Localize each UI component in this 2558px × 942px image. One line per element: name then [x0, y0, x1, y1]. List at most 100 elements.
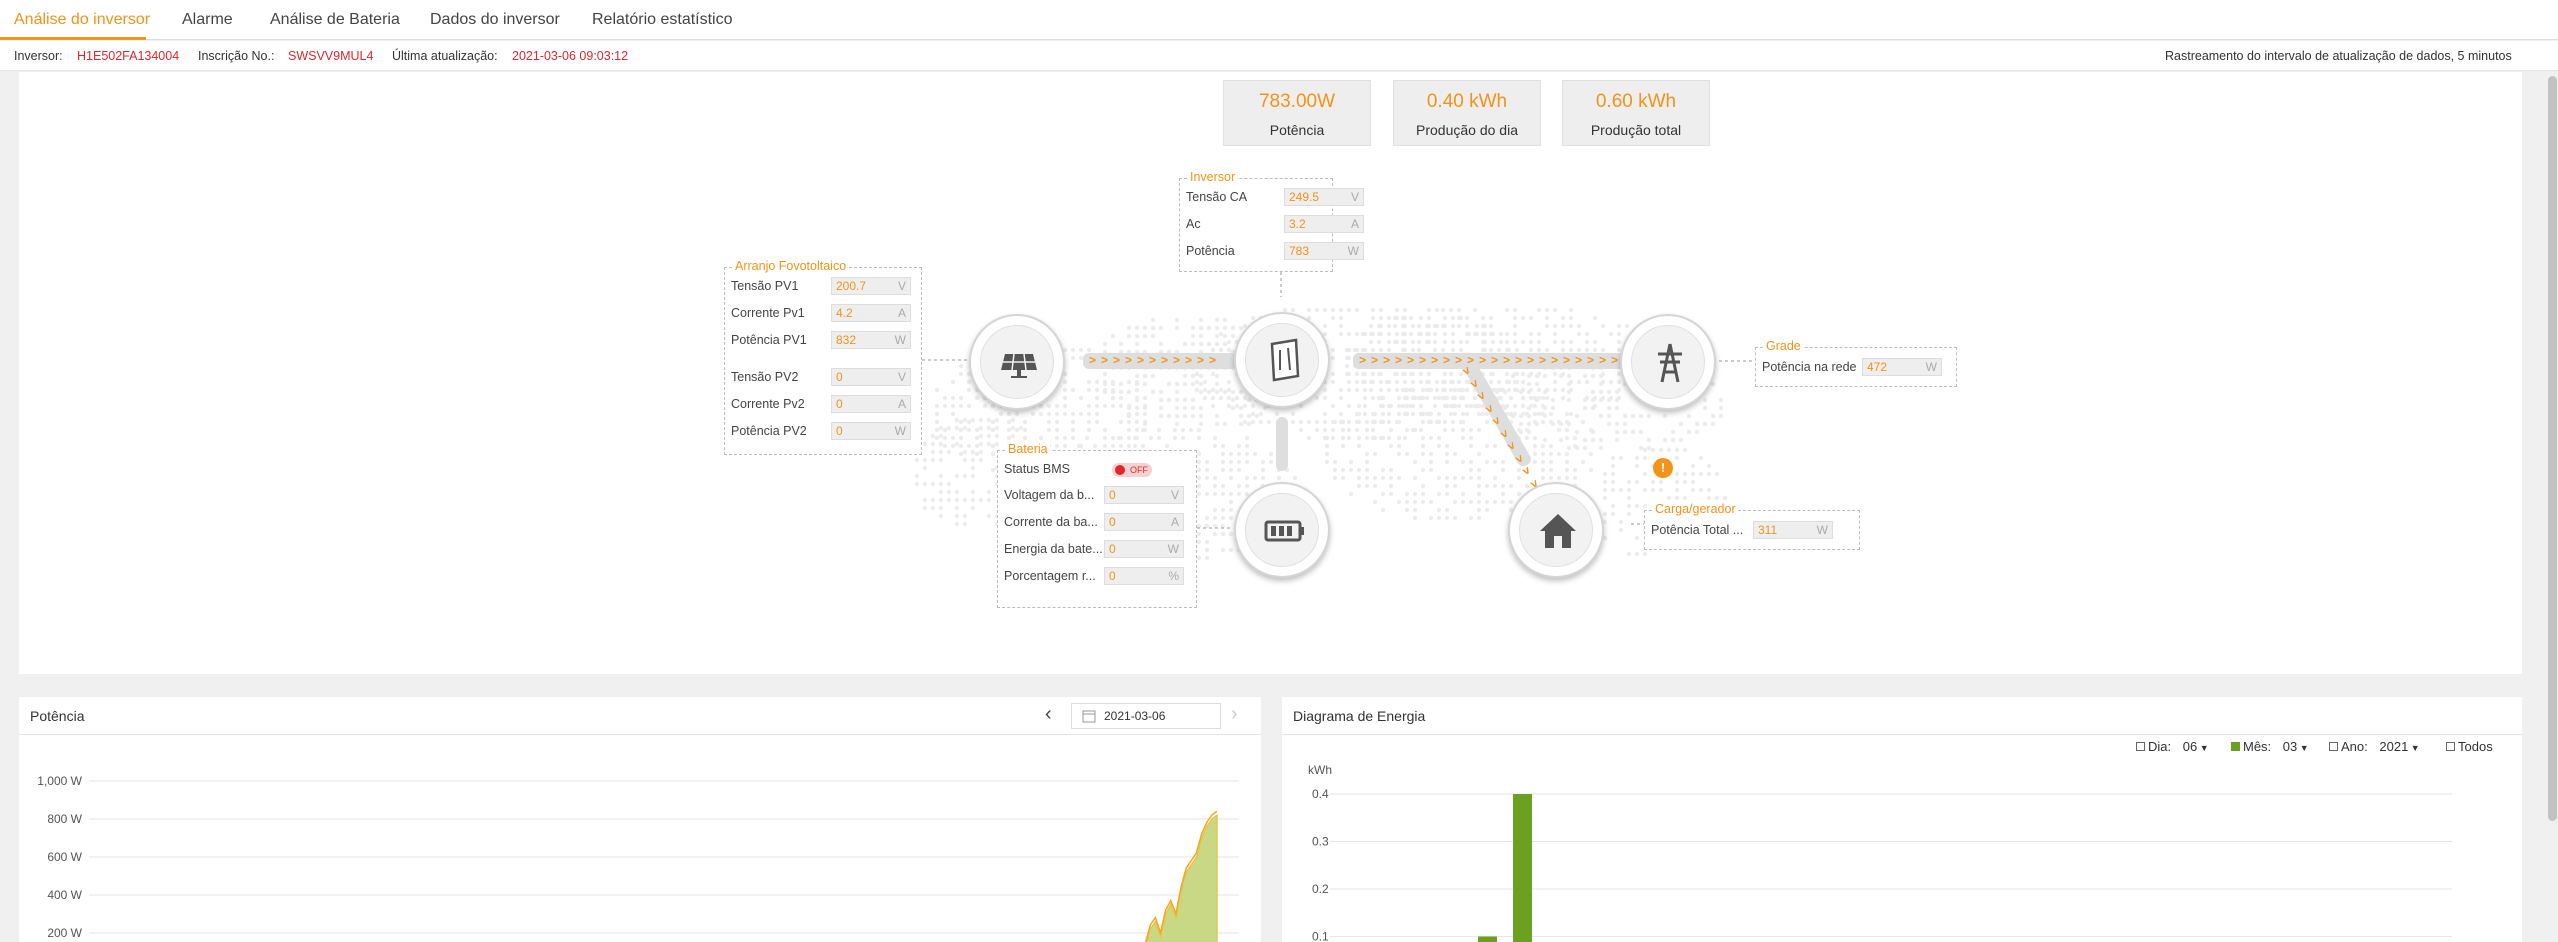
pv-row-unit: W	[894, 333, 906, 347]
day-filter[interactable]: Dia: 06 ▼	[2136, 737, 2209, 758]
all-checkbox[interactable]	[2446, 742, 2455, 751]
energy-bar[interactable]	[1513, 794, 1532, 942]
flow-arrow: >	[1113, 353, 1121, 367]
pv-info-group: Arranjo Fovotoltaico Tensão PV1 200.7 V Cor…	[724, 259, 922, 455]
load-row-value-box: 311 W	[1753, 521, 1833, 539]
bms-status-text: OFF	[1130, 465, 1148, 475]
year-caret-icon: ▼	[2408, 743, 2420, 753]
year-select[interactable]: 2021 ▼	[2379, 739, 2419, 754]
tab-battery-analysis[interactable]: Análise de Bateria	[270, 0, 400, 40]
tab-inverter-data[interactable]: Dados do inversor	[430, 0, 560, 40]
flow-arrow: >	[1503, 353, 1511, 367]
inverter-row-unit: A	[1350, 217, 1359, 231]
info-bar: Inversor: H1E502FA134004 Inscrição No.: …	[0, 41, 2558, 71]
inverter-info-group: Inversor Tensão CA 249.5 V Ac 3.2 A Potência 78…	[1179, 170, 1364, 272]
month-select[interactable]: 03 ▼	[2283, 739, 2309, 754]
battery-row-value: 0	[1109, 515, 1116, 529]
load-row-unit: W	[1816, 523, 1828, 537]
flow-arrow: >	[1491, 353, 1499, 367]
load-row-label: Potência Total ...	[1651, 523, 1744, 537]
flow-arrow: >	[1419, 353, 1427, 367]
flow-arrow: >	[1611, 353, 1619, 367]
month-checkbox[interactable]	[2231, 742, 2240, 751]
grid-row-label: Potência na rede	[1762, 360, 1857, 374]
last-update-value: 2021-03-06 09:03:12	[512, 49, 629, 63]
energy-y-tick: 0.3	[1312, 835, 1329, 849]
power-chart-title: Potência	[30, 708, 85, 724]
scrollbar-thumb[interactable]	[2548, 76, 2557, 821]
flow-arrow: >	[1125, 353, 1133, 367]
day-checkbox[interactable]	[2136, 742, 2145, 751]
power-y-tick: 800 W	[47, 812, 82, 826]
pv-row-unit: V	[897, 279, 906, 293]
day-value: 06	[2182, 739, 2198, 754]
load-row-value: 311	[1758, 523, 1778, 537]
day-select[interactable]: 06 ▼	[2183, 739, 2209, 754]
load-group-title: Carga/gerador	[1653, 502, 1738, 516]
battery-row-label: Voltagem da b...	[1004, 488, 1095, 502]
flow-arrow: >	[1209, 353, 1217, 367]
flow-arrow: >	[1527, 353, 1535, 367]
inverter-node[interactable]	[1234, 312, 1330, 408]
pv-panel-node[interactable]	[969, 314, 1065, 410]
battery-row-label: Corrente da ba...	[1004, 515, 1098, 529]
load-node[interactable]	[1508, 482, 1604, 578]
date-value: 2021-03-06	[1104, 709, 1166, 723]
flow-arrow: >	[1395, 353, 1403, 367]
flow-arrow: >	[1197, 353, 1205, 367]
inverter-to-grid-flow	[1353, 353, 1625, 369]
inverter-row-unit: V	[1350, 190, 1359, 204]
flow-arrow: >	[1575, 353, 1583, 367]
tab-statistical-report[interactable]: Relatório estatístico	[592, 0, 733, 40]
battery-info-group: Bateria Status BMS OFF Voltagem da b... 0…	[997, 442, 1197, 608]
energy-chart-card: Diagrama de Energia Dia: 06 ▼ Mês: 03 ▼ …	[1282, 697, 2522, 942]
grid-node[interactable]	[1620, 314, 1716, 410]
tab-inverter-analysis[interactable]: Análise do inversor	[14, 0, 150, 40]
pv-row-unit: A	[897, 306, 906, 320]
pv-row-value-box: 200.7 V	[831, 277, 911, 295]
month-filter[interactable]: Mês: 03 ▼	[2231, 737, 2309, 758]
inverter-row-value-box: 249.5 V	[1284, 188, 1364, 206]
flow-arrow: >	[1173, 353, 1181, 367]
battery-node[interactable]	[1234, 482, 1330, 578]
battery-row-unit: V	[1170, 488, 1179, 502]
date-picker[interactable]: 2021-03-06	[1071, 703, 1221, 729]
battery-row-value: 0	[1109, 569, 1116, 583]
year-filter[interactable]: Ano: 2021 ▼	[2329, 737, 2420, 758]
warning-icon[interactable]: !	[1653, 458, 1673, 478]
inverter-row-unit: W	[1347, 244, 1359, 258]
inverter-row-value: 783	[1289, 244, 1310, 258]
flow-arrow: >	[1101, 353, 1109, 367]
pv-row-value-box: 0V	[831, 368, 911, 386]
year-checkbox[interactable]	[2329, 742, 2338, 751]
pv-row-label: Potência PV1	[731, 333, 807, 347]
pv-row-label: Corrente Pv2	[731, 397, 805, 411]
energy-bar[interactable]	[1478, 936, 1497, 942]
flow-arrow: >	[1431, 353, 1439, 367]
battery-row-value-box: 0A	[1104, 513, 1184, 531]
flow-arrow: >	[1359, 353, 1367, 367]
bms-status-toggle[interactable]: OFF	[1112, 463, 1152, 477]
pv-row-value: 4.2	[836, 306, 853, 320]
battery-row-label: Porcentagem r...	[1004, 569, 1096, 583]
prev-date-button[interactable]: ‹	[1045, 703, 1052, 726]
flow-arrow: >	[1455, 353, 1463, 367]
update-interval-text: Rastreamento do intervalo de atualização…	[2165, 49, 2512, 63]
all-filter[interactable]: Todos	[2446, 737, 2493, 757]
inverter-row-value: 249.5	[1289, 190, 1320, 204]
inverter-row-value-box: 3.2 A	[1284, 215, 1364, 233]
year-value: 2021	[2379, 739, 2409, 754]
pv-row-value: 200.7	[836, 279, 867, 293]
inverter-row-label: Potência	[1186, 244, 1235, 258]
pv-row-unit: A	[897, 397, 906, 411]
pv-row-label: Tensão PV1	[731, 279, 799, 293]
energy-y-tick: 0.4	[1312, 787, 1329, 801]
flow-arrow: >	[1383, 353, 1391, 367]
next-date-button[interactable]: ›	[1231, 703, 1238, 726]
pv-row-value-box: 0A	[831, 395, 911, 413]
battery-row-value: 0	[1109, 488, 1116, 502]
grid-group-title: Grade	[1764, 339, 1803, 353]
house-icon	[1540, 514, 1576, 548]
power-y-tick: 600 W	[47, 850, 82, 864]
tab-alarm[interactable]: Alarme	[182, 0, 233, 40]
